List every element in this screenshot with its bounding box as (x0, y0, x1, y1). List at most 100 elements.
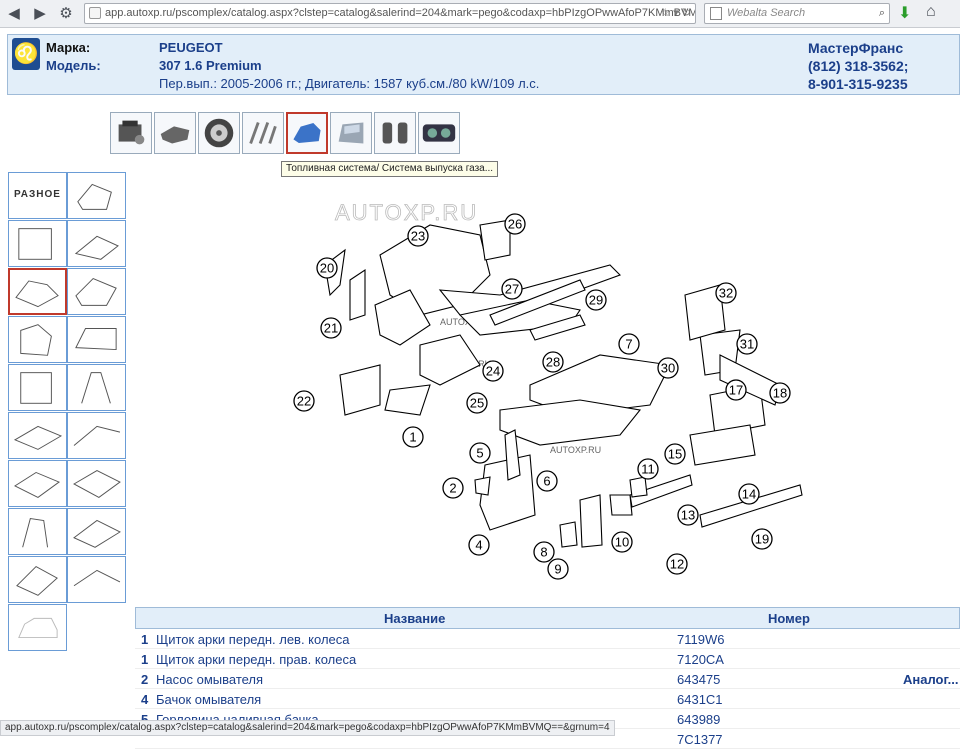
table-row[interactable]: 4 Бачок омывателя 6431C1 (135, 689, 960, 709)
dealer-phone-2: 8-901-315-9235 (808, 76, 908, 92)
diagram-watermark-3: AUTOXP.RU (550, 445, 601, 455)
callout-17[interactable]: 17 (725, 379, 747, 401)
callout-11[interactable]: 11 (637, 458, 659, 480)
svg-text:21: 21 (324, 321, 338, 336)
dealer-phone-1: (812) 318-3562; (808, 58, 909, 74)
callout-28[interactable]: 28 (542, 351, 564, 373)
callout-13[interactable]: 13 (677, 504, 699, 526)
category-wheel-icon[interactable] (198, 112, 240, 154)
search-box[interactable]: Webalta Search ⌕ (704, 3, 890, 24)
svg-text:22: 22 (297, 394, 311, 409)
home-icon[interactable]: ⌂ (926, 3, 936, 21)
callout-12[interactable]: 12 (666, 553, 688, 575)
thumb-group-14[interactable] (67, 460, 126, 507)
tools-icon[interactable]: ⚙ (56, 4, 76, 24)
svg-text:9: 9 (554, 562, 561, 577)
svg-text:26: 26 (508, 217, 522, 232)
thumb-group-3[interactable] (8, 220, 67, 267)
svg-text:2: 2 (449, 481, 456, 496)
callout-27[interactable]: 27 (501, 278, 523, 300)
callout-25[interactable]: 25 (466, 392, 488, 414)
thumb-group-11[interactable] (8, 412, 67, 459)
thumb-group-2[interactable] (67, 172, 126, 219)
thumb-group-5[interactable] (8, 268, 67, 315)
back-arrow-icon[interactable]: ◀ (4, 4, 24, 24)
star-refresh-icons[interactable]: ☆ ▾ ↻ (660, 4, 691, 23)
thumb-group-7[interactable] (8, 316, 67, 363)
category-body-panel-icon[interactable] (286, 112, 328, 154)
table-row[interactable]: 1 Щиток арки передн. лев. колеса 7119W6 (135, 629, 960, 649)
table-row[interactable]: 1 Щиток арки передн. прав. колеса 7120CA (135, 649, 960, 669)
category-engine-icon[interactable] (110, 112, 152, 154)
thumb-group-4[interactable] (67, 220, 126, 267)
callout-22[interactable]: 22 (293, 390, 315, 412)
svg-text:5: 5 (476, 446, 483, 461)
thumb-group-16[interactable] (67, 508, 126, 555)
svg-text:27: 27 (505, 282, 519, 297)
callout-32[interactable]: 32 (715, 282, 737, 304)
svg-text:17: 17 (729, 383, 743, 398)
thumb-misc[interactable]: РАЗНОЕ (8, 172, 67, 219)
callout-18[interactable]: 18 (769, 382, 791, 404)
search-icon[interactable]: ⌕ (879, 4, 885, 23)
callout-20[interactable]: 20 (316, 257, 338, 279)
callout-23[interactable]: 23 (407, 225, 429, 247)
download-icon[interactable]: ⬇ (898, 3, 911, 23)
model-value: 307 1.6 Premium (159, 58, 262, 73)
parts-diagram: AUTOXP.RU AUTOXP.RU AUTOXP.RU AUTOXP.RU (293, 200, 803, 580)
callout-24[interactable]: 24 (482, 360, 504, 382)
callout-1[interactable]: 1 (402, 426, 424, 448)
peugeot-lion-icon: ♌ (12, 38, 40, 70)
table-row[interactable]: 2 Насос омывателя 643475 Аналог... (135, 669, 960, 689)
vehicle-header: ♌ Марка: Модель: PEUGEOT 307 1.6 Premium… (7, 34, 960, 95)
category-door-icon[interactable] (330, 112, 372, 154)
svg-text:6: 6 (543, 474, 550, 489)
thumb-group-18[interactable] (67, 556, 126, 603)
callout-5[interactable]: 5 (469, 442, 491, 464)
category-suspension-icon[interactable] (242, 112, 284, 154)
callout-10[interactable]: 10 (611, 531, 633, 553)
callout-29[interactable]: 29 (585, 289, 607, 311)
category-seats-icon[interactable] (374, 112, 416, 154)
address-bar[interactable]: app.autoxp.ru/pscomplex/catalog.aspx?cls… (84, 3, 696, 24)
col-number-header: Номер (768, 611, 810, 626)
thumb-group-15[interactable] (8, 508, 67, 555)
svg-text:23: 23 (411, 229, 425, 244)
callout-6[interactable]: 6 (536, 470, 558, 492)
thumb-group-9[interactable] (8, 364, 67, 411)
svg-text:30: 30 (661, 361, 675, 376)
analog-link[interactable]: Аналог... (903, 672, 958, 687)
callout-9[interactable]: 9 (547, 558, 569, 580)
callout-2[interactable]: 2 (442, 477, 464, 499)
callout-8[interactable]: 8 (533, 541, 555, 563)
status-bar: app.autoxp.ru/pscomplex/catalog.aspx?cls… (0, 720, 615, 736)
model-details: Пер.вып.: 2005-2006 гг.; Двигатель: 1587… (159, 76, 540, 91)
callout-7[interactable]: 7 (618, 333, 640, 355)
make-label: Марка: (46, 40, 91, 55)
thumb-group-17[interactable] (8, 556, 67, 603)
svg-text:19: 19 (755, 532, 769, 547)
svg-text:31: 31 (740, 337, 754, 352)
svg-text:28: 28 (546, 355, 560, 370)
svg-text:7: 7 (625, 337, 632, 352)
thumb-group-6[interactable] (67, 268, 126, 315)
thumb-group-8[interactable] (67, 316, 126, 363)
callout-4[interactable]: 4 (468, 534, 490, 556)
thumb-group-10[interactable] (67, 364, 126, 411)
forward-arrow-icon[interactable]: ▶ (30, 4, 50, 24)
category-tooltip: Топливная система/ Система выпуска газа.… (281, 161, 499, 177)
category-gearbox-icon[interactable] (154, 112, 196, 154)
callout-14[interactable]: 14 (738, 483, 760, 505)
thumb-group-13[interactable] (8, 460, 67, 507)
category-dashboard-icon[interactable] (418, 112, 460, 154)
thumb-group-12[interactable] (67, 412, 126, 459)
callout-30[interactable]: 30 (657, 357, 679, 379)
callout-26[interactable]: 26 (504, 213, 526, 235)
callout-15[interactable]: 15 (664, 443, 686, 465)
svg-text:13: 13 (681, 508, 695, 523)
thumb-group-19[interactable] (8, 604, 67, 651)
callout-19[interactable]: 19 (751, 528, 773, 550)
callout-21[interactable]: 21 (320, 317, 342, 339)
callout-31[interactable]: 31 (736, 333, 758, 355)
col-name-header: Название (384, 611, 446, 626)
